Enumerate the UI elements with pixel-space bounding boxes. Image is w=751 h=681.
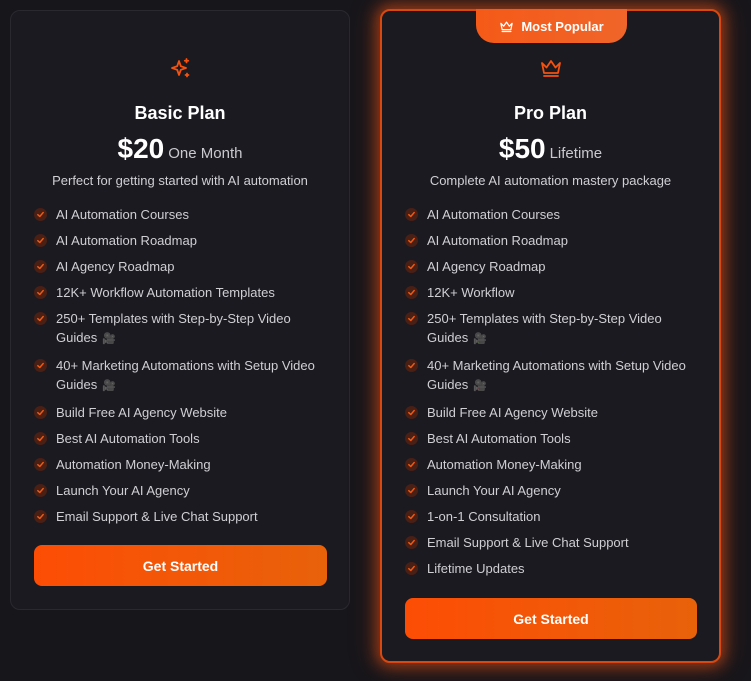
pro-plan-card: Most Popular Pro Plan $50 Lifetime Comple… <box>380 9 721 663</box>
feature-item: Launch Your AI Agency <box>405 481 701 500</box>
check-icon <box>405 359 418 372</box>
check-icon <box>405 458 418 471</box>
check-icon <box>34 208 47 221</box>
most-popular-badge: Most Popular <box>476 9 627 43</box>
check-icon <box>34 359 47 372</box>
feature-text: AI Automation Roadmap <box>56 233 197 248</box>
check-icon <box>405 234 418 247</box>
plan-price: $20 <box>117 133 165 164</box>
feature-text: 250+ Templates with Step-by-Step Video G… <box>427 311 662 345</box>
feature-item: 40+ Marketing Automations with Setup Vid… <box>34 356 331 396</box>
feature-item: Email Support & Live Chat Support <box>405 533 701 552</box>
get-started-button[interactable]: Get Started <box>405 598 697 639</box>
feature-item: AI Automation Roadmap <box>34 231 331 250</box>
feature-list: AI Automation Courses AI Automation Road… <box>405 205 701 585</box>
check-icon <box>405 208 418 221</box>
feature-text: AI Agency Roadmap <box>427 259 546 274</box>
feature-item: 12K+ Workflow Automation Templates <box>34 283 331 302</box>
feature-item: AI Automation Roadmap <box>405 231 701 250</box>
feature-text: AI Automation Roadmap <box>427 233 568 248</box>
badge-label: Most Popular <box>521 18 604 34</box>
check-icon <box>405 286 418 299</box>
feature-item: Lifetime Updates <box>405 559 701 578</box>
check-icon <box>34 458 47 471</box>
feature-text: 12K+ Workflow Automation Templates <box>56 285 275 300</box>
get-started-button[interactable]: Get Started <box>34 545 327 586</box>
feature-item: Build Free AI Agency Website <box>34 403 331 422</box>
check-icon <box>34 312 47 325</box>
price-row: $20 One Month <box>11 133 349 165</box>
feature-text: 1-on-1 Consultation <box>427 509 541 524</box>
feature-text: AI Automation Courses <box>56 207 189 222</box>
check-icon <box>34 510 47 523</box>
feature-text: Automation Money-Making <box>427 457 582 472</box>
plan-period: Lifetime <box>549 145 603 162</box>
feature-text: Build Free AI Agency Website <box>427 405 599 420</box>
plan-title: Pro Plan <box>513 103 588 123</box>
check-icon <box>405 406 418 419</box>
feature-item: 250+ Templates with Step-by-Step Video G… <box>34 309 331 349</box>
feature-text: 12K+ Workflow <box>427 285 515 300</box>
feature-text: Launch Your AI Agency <box>427 483 561 498</box>
check-icon <box>405 312 418 325</box>
feature-item: 40+ Marketing Automations with Setup Vid… <box>405 356 701 396</box>
video-icon: 🎥 <box>473 380 487 392</box>
feature-item: Email Support & Live Chat Support <box>34 507 331 526</box>
price-row: $50 Lifetime <box>382 133 719 165</box>
check-icon <box>34 286 47 299</box>
feature-item: Launch Your AI Agency <box>34 481 331 500</box>
check-icon <box>34 484 47 497</box>
plan-period: One Month <box>168 145 243 162</box>
check-icon <box>405 562 418 575</box>
video-icon: 🎥 <box>473 333 487 345</box>
feature-item: Best AI Automation Tools <box>34 429 331 448</box>
feature-text: Lifetime Updates <box>427 561 525 576</box>
feature-text: Best AI Automation Tools <box>427 431 571 446</box>
feature-text: AI Automation Courses <box>427 207 560 222</box>
feature-item: AI Agency Roadmap <box>34 257 331 276</box>
feature-text: Launch Your AI Agency <box>56 483 190 498</box>
check-icon <box>34 406 47 419</box>
plan-title: Basic Plan <box>134 103 226 123</box>
feature-item: Best AI Automation Tools <box>405 429 701 448</box>
plan-description: Perfect for getting started with AI auto… <box>52 173 308 188</box>
feature-item: Automation Money-Making <box>34 455 331 474</box>
feature-text: Build Free AI Agency Website <box>56 405 228 420</box>
video-icon: 🎥 <box>102 380 116 392</box>
feature-text: Best AI Automation Tools <box>56 431 200 446</box>
check-icon <box>405 536 418 549</box>
feature-text: AI Agency Roadmap <box>56 259 175 274</box>
feature-item: AI Automation Courses <box>34 205 331 224</box>
check-icon <box>405 510 418 523</box>
feature-item: Build Free AI Agency Website <box>405 403 701 422</box>
plan-price: $50 <box>498 133 546 164</box>
feature-text: Email Support & Live Chat Support <box>56 509 258 524</box>
feature-item: AI Automation Courses <box>405 205 701 224</box>
check-icon <box>405 260 418 273</box>
video-icon: 🎥 <box>102 333 116 345</box>
crown-icon <box>540 60 561 77</box>
check-icon <box>34 432 47 445</box>
feature-text: 40+ Marketing Automations with Setup Vid… <box>427 358 686 392</box>
feature-text: Email Support & Live Chat Support <box>427 535 629 550</box>
feature-text: Automation Money-Making <box>56 457 211 472</box>
feature-item: Automation Money-Making <box>405 455 701 474</box>
feature-item: 1-on-1 Consultation <box>405 507 701 526</box>
check-icon <box>405 432 418 445</box>
feature-item: 12K+ Workflow <box>405 283 701 302</box>
crown-icon <box>500 21 514 32</box>
check-icon <box>34 260 47 273</box>
feature-text: 250+ Templates with Step-by-Step Video G… <box>56 311 291 345</box>
feature-text: 40+ Marketing Automations with Setup Vid… <box>56 358 315 392</box>
plan-description: Complete AI automation mastery package <box>429 173 672 188</box>
feature-item: AI Agency Roadmap <box>405 257 701 276</box>
sparkle-icon <box>171 58 190 78</box>
check-icon <box>405 484 418 497</box>
basic-plan-card: Basic Plan $20 One Month Perfect for gett… <box>10 10 350 610</box>
feature-item: 250+ Templates with Step-by-Step Video G… <box>405 309 701 349</box>
feature-list: AI Automation Courses AI Automation Road… <box>34 205 331 533</box>
check-icon <box>34 234 47 247</box>
